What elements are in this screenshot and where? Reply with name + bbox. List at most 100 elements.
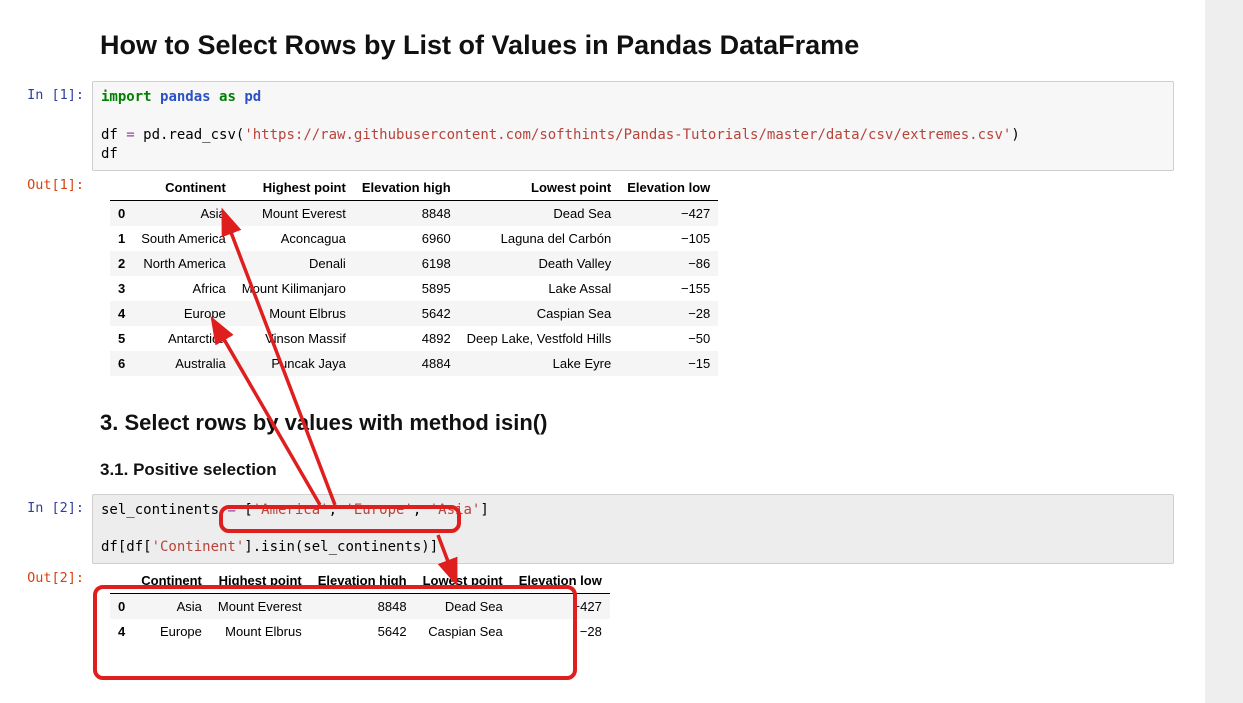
table-row: 3AfricaMount Kilimanjaro5895Lake Assal−1… — [110, 276, 718, 301]
code-token: ) — [1011, 127, 1019, 143]
cell-out-2: Out[2]: ContinentHighest pointElevation … — [0, 564, 1174, 654]
table-cell: Mount Elbrus — [210, 619, 310, 644]
code-block-1[interactable]: import pandas as pd df = pd.read_csv('ht… — [92, 81, 1174, 171]
subsection-heading: 3.1. Positive selection — [100, 460, 1174, 480]
row-index: 3 — [110, 276, 133, 301]
table-cell: −105 — [619, 226, 718, 251]
code-token: 'Continent' — [152, 539, 245, 555]
table-header: Highest point — [210, 568, 310, 594]
table-cell: Caspian Sea — [459, 301, 620, 326]
table-cell: Laguna del Carbón — [459, 226, 620, 251]
table-row: 4EuropeMount Elbrus5642Caspian Sea−28 — [110, 619, 610, 644]
table-cell: Aconcagua — [234, 226, 354, 251]
code-token: df[df[ — [101, 539, 152, 555]
table-cell: −28 — [619, 301, 718, 326]
row-index: 0 — [110, 594, 133, 620]
table-cell: Europe — [133, 301, 234, 326]
code-token: pd — [244, 89, 261, 105]
table-cell: Caspian Sea — [415, 619, 511, 644]
table-row: 1South AmericaAconcagua6960Laguna del Ca… — [110, 226, 718, 251]
table-cell: 6960 — [354, 226, 459, 251]
table-cell: Lake Eyre — [459, 351, 620, 376]
table-cell: South America — [133, 226, 234, 251]
table-row: 4EuropeMount Elbrus5642Caspian Sea−28 — [110, 301, 718, 326]
page-title: How to Select Rows by List of Values in … — [100, 30, 1174, 61]
code-token: = — [227, 502, 235, 518]
code-token: , — [413, 502, 430, 518]
row-index: 5 — [110, 326, 133, 351]
table-cell: 6198 — [354, 251, 459, 276]
row-index: 6 — [110, 351, 133, 376]
table-cell: Lake Assal — [459, 276, 620, 301]
table-cell: −86 — [619, 251, 718, 276]
table-header: Continent — [133, 568, 210, 594]
code-token: sel_continents — [101, 502, 227, 518]
table-cell: −155 — [619, 276, 718, 301]
table-cell: Mount Kilimanjaro — [234, 276, 354, 301]
table-cell: Mount Elbrus — [234, 301, 354, 326]
code-token: 'Asia' — [430, 502, 481, 518]
table-cell: 5895 — [354, 276, 459, 301]
table-row: 6AustraliaPuncak Jaya4884Lake Eyre−15 — [110, 351, 718, 376]
code-token: df — [101, 127, 126, 143]
table-cell: 8848 — [354, 200, 459, 226]
table-cell: North America — [133, 251, 234, 276]
table-cell: −427 — [511, 594, 610, 620]
table-cell: Africa — [133, 276, 234, 301]
code-token: df — [101, 146, 118, 162]
table-row: 0AsiaMount Everest8848Dead Sea−427 — [110, 594, 610, 620]
table-cell: 4892 — [354, 326, 459, 351]
table-cell: Mount Everest — [234, 200, 354, 226]
table-cell: Dead Sea — [459, 200, 620, 226]
table-cell: −50 — [619, 326, 718, 351]
table-cell: Death Valley — [459, 251, 620, 276]
code-token: 'America' — [253, 502, 329, 518]
code-token: 'https://raw.githubusercontent.com/softh… — [244, 127, 1011, 143]
code-token: = — [126, 127, 134, 143]
table-header: Continent — [133, 175, 234, 201]
prompt-in-1: In [1]: — [0, 81, 92, 103]
code-token: pandas — [160, 89, 211, 105]
table-cell: Asia — [133, 594, 210, 620]
notebook-body: How to Select Rows by List of Values in … — [0, 0, 1174, 654]
table-cell: Puncak Jaya — [234, 351, 354, 376]
cell-in-2: In [2]: sel_continents = ['America', 'Eu… — [0, 494, 1174, 565]
prompt-in-2: In [2]: — [0, 494, 92, 516]
code-token: , — [329, 502, 346, 518]
table-header: Lowest point — [415, 568, 511, 594]
cell-in-1: In [1]: import pandas as pd df = pd.read… — [0, 81, 1174, 171]
code-token: ].isin(sel_continents)] — [244, 539, 438, 555]
table-cell: Denali — [234, 251, 354, 276]
output-2: ContinentHighest pointElevation highLowe… — [92, 564, 1174, 654]
table-cell: −28 — [511, 619, 610, 644]
table-cell: 4884 — [354, 351, 459, 376]
code-token: 'Europe' — [345, 502, 412, 518]
code-token: pd.read_csv( — [135, 127, 245, 143]
right-gutter — [1205, 0, 1243, 703]
row-index: 4 — [110, 619, 133, 644]
table-cell: Asia — [133, 200, 234, 226]
table-row: 5AntarcticaVinson Massif4892Deep Lake, V… — [110, 326, 718, 351]
table-cell: Deep Lake, Vestfold Hills — [459, 326, 620, 351]
code-token: as — [219, 89, 236, 105]
table-cell: Antarctica — [133, 326, 234, 351]
row-index: 2 — [110, 251, 133, 276]
table-header — [110, 568, 133, 594]
prompt-out-2: Out[2]: — [0, 564, 92, 586]
table-header: Elevation high — [354, 175, 459, 201]
table-header: Highest point — [234, 175, 354, 201]
cell-out-1: Out[1]: ContinentHighest pointElevation … — [0, 171, 1174, 386]
code-token: [ — [236, 502, 253, 518]
table-cell: Mount Everest — [210, 594, 310, 620]
table-cell: Dead Sea — [415, 594, 511, 620]
section-heading: 3. Select rows by values with method isi… — [100, 410, 1174, 436]
code-block-2[interactable]: sel_continents = ['America', 'Europe', '… — [92, 494, 1174, 565]
row-index: 0 — [110, 200, 133, 226]
code-token: import — [101, 89, 152, 105]
prompt-out-1: Out[1]: — [0, 171, 92, 193]
table-row: 0AsiaMount Everest8848Dead Sea−427 — [110, 200, 718, 226]
dataframe-table-2: ContinentHighest pointElevation highLowe… — [110, 568, 610, 644]
table-header: Elevation low — [619, 175, 718, 201]
table-header: Elevation low — [511, 568, 610, 594]
code-token: ] — [480, 502, 488, 518]
